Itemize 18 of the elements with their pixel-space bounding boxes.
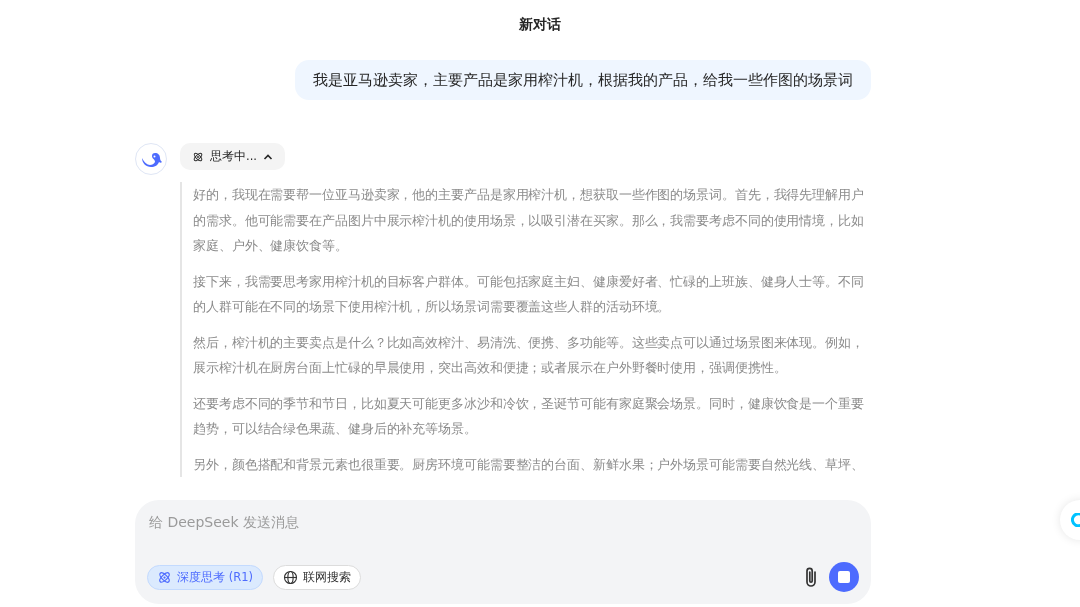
thought-paragraph: 还要考虑不同的季节和节日，比如夏天可能更多冰沙和冷饮，圣诞节可能有家庭聚会场景。同时，健康饮食是一个重要趋势，可以结合绿色果蔬、健身后的补充等场景。 [193, 394, 865, 438]
stop-icon [838, 571, 850, 583]
stop-button[interactable] [829, 562, 859, 592]
chat-title: 新对话 [518, 15, 562, 30]
thought-paragraph: 然后，榨汁机的主要卖点是什么？比如高效榨汁、易清洗、便携、多功能等。这些卖点可以通过场景图来体现。例如，展示榨汁机在厨房台面上忙碌的早晨使用，突出高效和便捷；或者展示在户外野餐时使用，强调便携性。 [193, 333, 865, 377]
thought-paragraph: 另外，颜色搭配和背景元素也很重要。厨房环境可能需要整洁的台面、新鲜水果；户外场景可能需要自然光线、草坪、 [193, 455, 865, 474]
paperclip-icon[interactable] [803, 566, 819, 588]
toggle-button[interactable]: 联网搜索 [272, 564, 361, 590]
user-message: 我是亚马逊卖家，主要产品是家用榨汁机，根据我的产品，给我一些作图的场景词 [295, 60, 871, 100]
thought-paragraph: 好的，我现在需要帮一位亚马逊卖家，他的主要产品是家用榨汁机，想获取一些作图的场景词。首先，我得先理解用户的需求。他可能需要在产品图片中展示榨汁机的使用场景，以吸引潜在买家。那么，我需要考虑不同的使用情境，比如家庭、户外、健康饮食等。 [193, 186, 865, 255]
thinking-toggle[interactable]: 思考中... [180, 143, 285, 170]
whale-icon [140, 150, 162, 168]
globe-icon [282, 569, 298, 585]
toggle-button[interactable]: 深度思考 (R1) [147, 564, 263, 590]
atom-icon [157, 569, 172, 585]
thought-paragraph: 接下来，我需要思考家用榨汁机的目标客户群体。可能包括家庭主妇、健康爱好者、忙碌的上班族、健身人士等。不同的人群可能在不同的场景下使用榨汁机，所以场景词需要覆盖这些人群的活动环境。 [193, 272, 865, 316]
message-input[interactable]: 给 DeepSeek 发送消息 [147, 512, 859, 532]
atom-icon [192, 150, 204, 163]
